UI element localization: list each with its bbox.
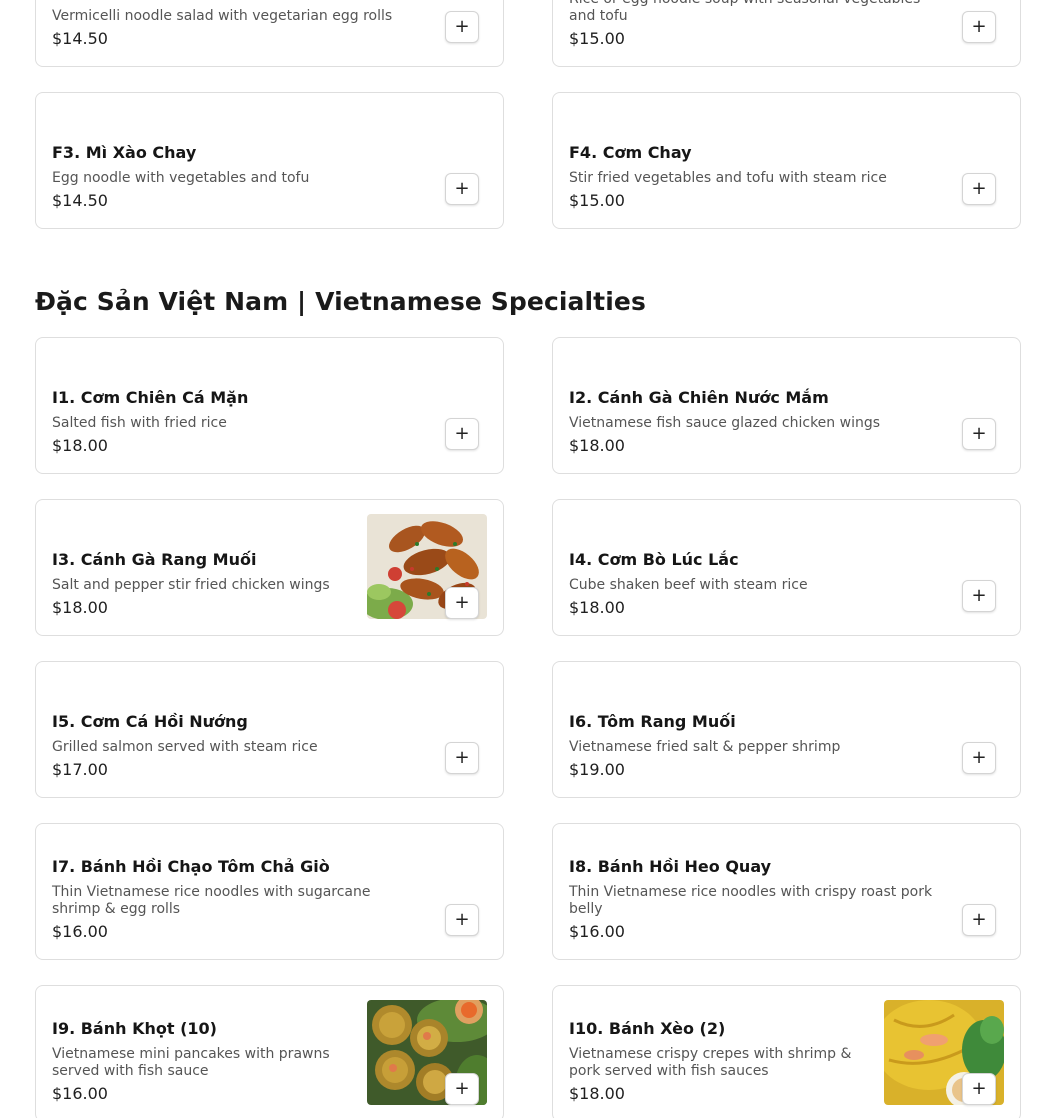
item-price: $17.00 [52, 760, 108, 779]
menu-item-card[interactable]: I9. Bánh Khọt (10) Vietnamese mini panca… [35, 985, 504, 1118]
add-item-button[interactable]: + [445, 418, 479, 450]
plus-icon: + [971, 1078, 987, 1099]
item-description: Vietnamese mini pancakes with prawns ser… [52, 1046, 330, 1079]
menu-page: Vermicelli noodle salad with vegetarian … [0, 0, 1050, 1118]
item-description: Egg noodle with vegetables and tofu [52, 170, 310, 186]
item-price: $18.00 [52, 598, 108, 617]
item-description: Salt and pepper stir fried chicken wings [52, 577, 330, 593]
plus-icon: + [971, 909, 987, 930]
plus-icon: + [454, 1078, 470, 1099]
item-price: $16.00 [52, 922, 108, 941]
item-description: Vietnamese fish sauce glazed chicken win… [569, 415, 881, 431]
menu-item-card[interactable]: I4. Cơm Bò Lúc Lắc Cube shaken beef with… [552, 499, 1021, 636]
item-name: I1. Cơm Chiên Cá Mặn [52, 388, 249, 407]
plus-icon: + [454, 178, 470, 199]
item-name: F3. Mì Xào Chay [52, 143, 197, 162]
add-item-button[interactable]: + [445, 742, 479, 774]
add-item-button[interactable]: + [962, 11, 996, 43]
section-title: Đặc Sản Việt Nam | Vietnamese Specialtie… [35, 287, 646, 316]
item-description: Vietnamese fried salt & pepper shrimp [569, 739, 841, 755]
item-description: Rice or egg noodle soup with seasonal ve… [569, 0, 920, 24]
add-item-button[interactable]: + [445, 173, 479, 205]
item-price: $14.50 [52, 191, 108, 210]
item-name: I3. Cánh Gà Rang Muối [52, 550, 257, 569]
item-description: Vietnamese crispy crepes with shrimp & p… [569, 1046, 852, 1079]
menu-item-card[interactable]: Rice or egg noodle soup with seasonal ve… [552, 0, 1021, 67]
item-price: $18.00 [569, 1084, 625, 1103]
add-item-button[interactable]: + [445, 11, 479, 43]
item-price: $18.00 [569, 436, 625, 455]
vegetarian-items-grid: Vermicelli noodle salad with vegetarian … [35, 0, 1021, 229]
item-price: $15.00 [569, 191, 625, 210]
item-description: Salted fish with fried rice [52, 415, 227, 431]
plus-icon: + [971, 423, 987, 444]
plus-icon: + [454, 16, 470, 37]
item-description: Grilled salmon served with steam rice [52, 739, 318, 755]
item-name: I9. Bánh Khọt (10) [52, 1019, 217, 1038]
item-price: $16.00 [52, 1084, 108, 1103]
menu-item-card[interactable]: I10. Bánh Xèo (2) Vietnamese crispy crep… [552, 985, 1021, 1118]
add-item-button[interactable]: + [962, 742, 996, 774]
plus-icon: + [971, 747, 987, 768]
item-price: $15.00 [569, 29, 625, 48]
menu-item-card[interactable]: I7. Bánh Hồi Chạo Tôm Chả Giò Thin Vietn… [35, 823, 504, 960]
plus-icon: + [454, 592, 470, 613]
item-description: Vermicelli noodle salad with vegetarian … [52, 8, 393, 24]
add-item-button[interactable]: + [962, 904, 996, 936]
item-name: I2. Cánh Gà Chiên Nước Mắm [569, 388, 829, 407]
item-description: Thin Vietnamese rice noodles with crispy… [569, 884, 933, 917]
menu-item-card[interactable]: F3. Mì Xào Chay Egg noodle with vegetabl… [35, 92, 504, 229]
item-price: $18.00 [569, 598, 625, 617]
item-name: I8. Bánh Hồi Heo Quay [569, 857, 772, 876]
menu-item-card[interactable]: Vermicelli noodle salad with vegetarian … [35, 0, 504, 67]
menu-item-card[interactable]: I3. Cánh Gà Rang Muối Salt and pepper st… [35, 499, 504, 636]
menu-item-card[interactable]: I8. Bánh Hồi Heo Quay Thin Vietnamese ri… [552, 823, 1021, 960]
item-name: I10. Bánh Xèo (2) [569, 1019, 726, 1038]
specialties-grid: I1. Cơm Chiên Cá Mặn Salted fish with fr… [35, 337, 1021, 1118]
plus-icon: + [971, 585, 987, 606]
add-item-button[interactable]: + [962, 418, 996, 450]
add-item-button[interactable]: + [445, 904, 479, 936]
menu-item-card[interactable]: I1. Cơm Chiên Cá Mặn Salted fish with fr… [35, 337, 504, 474]
item-price: $18.00 [52, 436, 108, 455]
item-description: Cube shaken beef with steam rice [569, 577, 808, 593]
menu-item-card[interactable]: I6. Tôm Rang Muối Vietnamese fried salt … [552, 661, 1021, 798]
add-item-button[interactable]: + [445, 587, 479, 619]
plus-icon: + [454, 747, 470, 768]
item-description: Stir fried vegetables and tofu with stea… [569, 170, 887, 186]
item-name: I6. Tôm Rang Muối [569, 712, 736, 731]
item-price: $19.00 [569, 760, 625, 779]
item-description: Thin Vietnamese rice noodles with sugarc… [52, 884, 371, 917]
plus-icon: + [454, 423, 470, 444]
plus-icon: + [454, 909, 470, 930]
add-item-button[interactable]: + [962, 1073, 996, 1105]
menu-item-card[interactable]: I2. Cánh Gà Chiên Nước Mắm Vietnamese fi… [552, 337, 1021, 474]
item-name: I7. Bánh Hồi Chạo Tôm Chả Giò [52, 857, 330, 876]
item-price: $16.00 [569, 922, 625, 941]
add-item-button[interactable]: + [962, 173, 996, 205]
item-name: I5. Cơm Cá Hồi Nướng [52, 712, 248, 731]
add-item-button[interactable]: + [962, 580, 996, 612]
item-price: $14.50 [52, 29, 108, 48]
item-name: I4. Cơm Bò Lúc Lắc [569, 550, 739, 569]
add-item-button[interactable]: + [445, 1073, 479, 1105]
plus-icon: + [971, 16, 987, 37]
plus-icon: + [971, 178, 987, 199]
menu-item-card[interactable]: I5. Cơm Cá Hồi Nướng Grilled salmon serv… [35, 661, 504, 798]
menu-item-card[interactable]: F4. Cơm Chay Stir fried vegetables and t… [552, 92, 1021, 229]
item-name: F4. Cơm Chay [569, 143, 692, 162]
